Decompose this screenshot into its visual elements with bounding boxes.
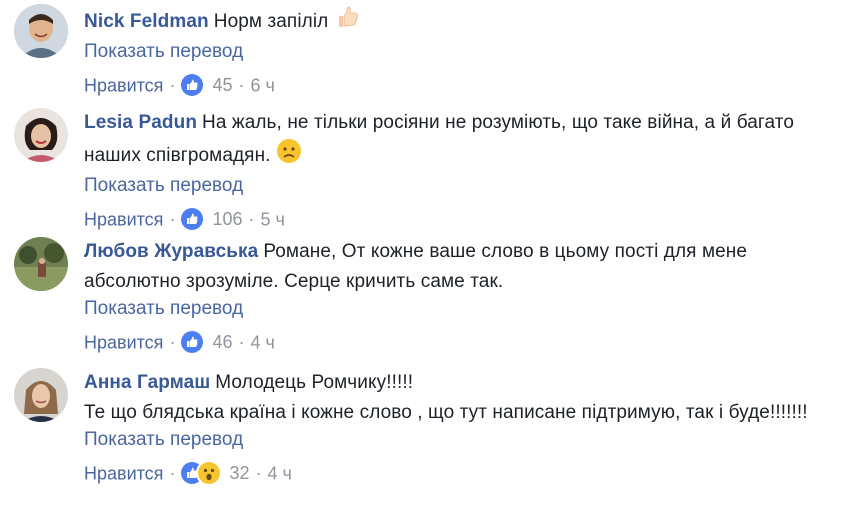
comment-item: Любов Журавська Романе, От кожне ваше сло… (0, 233, 856, 359)
timestamp[interactable]: 6 ч (250, 75, 274, 95)
comment-text: Анна Гармаш Молодець Ромчику!!!!! Те що б… (84, 368, 846, 428)
reaction-count[interactable]: 45 (212, 75, 232, 95)
wow-reaction-icon[interactable] (198, 462, 221, 485)
comment-actions: Нравится · 45 · 6 ч (84, 72, 846, 97)
show-translation-link[interactable]: Показать перевод (84, 428, 846, 452)
comment-author[interactable]: Lesia Padun (84, 112, 197, 133)
reaction-count[interactable]: 46 (212, 332, 232, 352)
comment-author[interactable]: Nick Feldman (84, 11, 209, 32)
avatar[interactable] (14, 4, 68, 58)
comment-actions: Нравится · 46 · 4 ч (84, 329, 846, 354)
timestamp[interactable]: 4 ч (250, 332, 274, 352)
show-translation-link[interactable]: Показать перевод (84, 297, 846, 321)
comment-actions: Нравится · 32 · 4 ч (84, 460, 846, 485)
avatar[interactable] (14, 108, 68, 162)
separator-dot: · (169, 209, 176, 230)
timestamp[interactable]: 4 ч (267, 463, 291, 483)
comment-text: Lesia Padun На жаль, не тільки росіяни не… (84, 108, 846, 174)
reaction-count[interactable]: 32 (229, 463, 249, 483)
avatar[interactable] (14, 368, 68, 422)
separator-dot: · (169, 463, 176, 484)
comment-text: Любов Журавська Романе, От кожне ваше сло… (84, 237, 846, 297)
like-button[interactable]: Нравится (84, 209, 163, 229)
comment-message: Норм запіліл (213, 11, 329, 33)
like-button[interactable]: Нравится (84, 75, 163, 95)
like-reaction-icon[interactable] (181, 331, 204, 354)
comment-message-line2: Те що блядська країна і кожне слово , що… (84, 402, 808, 423)
separator-dot: · (238, 75, 245, 96)
comment-item: Nick Feldman Норм запіліл Показать перево… (0, 0, 856, 100)
comment-item: Lesia Padun На жаль, не тільки росіяни не… (0, 104, 856, 231)
worried-face-icon (276, 138, 302, 174)
show-translation-link[interactable]: Показать перевод (84, 40, 846, 64)
comment-item: Анна Гармаш Молодець Ромчику!!!!! Те що б… (0, 364, 856, 525)
like-reaction-icon[interactable] (181, 74, 204, 97)
comment-text: Nick Feldman Норм запіліл (84, 4, 846, 40)
timestamp[interactable]: 5 ч (261, 209, 285, 229)
reaction-count[interactable]: 106 (212, 209, 242, 229)
like-reaction-icon[interactable] (181, 208, 204, 231)
separator-dot: · (238, 332, 245, 353)
comment-actions: Нравится · 106 · 5 ч (84, 206, 846, 231)
separator-dot: · (169, 332, 176, 353)
comment-author[interactable]: Анна Гармаш (84, 372, 210, 393)
thumbs-up-icon (334, 4, 360, 40)
comment-message: Молодець Ромчику!!!!! (215, 372, 414, 393)
separator-dot: · (169, 75, 176, 96)
comment-author[interactable]: Любов Журавська (84, 241, 258, 262)
like-button[interactable]: Нравится (84, 332, 163, 352)
separator-dot: · (255, 463, 262, 484)
separator-dot: · (248, 209, 255, 230)
avatar[interactable] (14, 237, 68, 291)
like-button[interactable]: Нравится (84, 463, 163, 483)
show-translation-link[interactable]: Показать перевод (84, 174, 846, 198)
